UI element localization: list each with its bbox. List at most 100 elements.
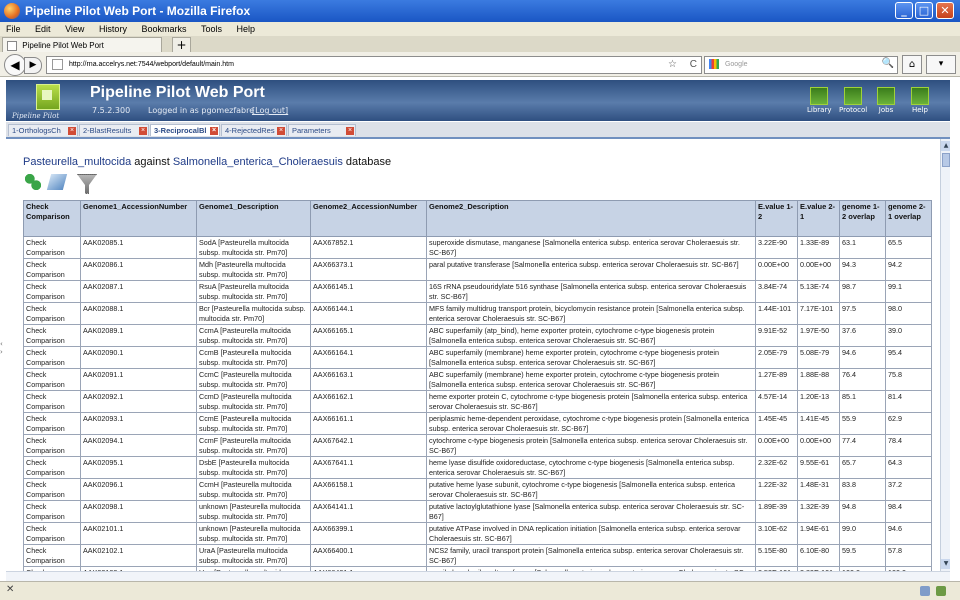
table-row[interactable]: Check Comparison AAK02090.1 CcmB [Pasteure… <box>23 346 932 369</box>
genome1-accession: AAK02092.1 <box>80 390 197 413</box>
home-button[interactable]: ⌂ <box>902 55 922 74</box>
table-row[interactable]: Check Comparison AAK02085.1 SodA [Pasteure… <box>23 236 932 259</box>
check-comparison-link[interactable]: Check Comparison <box>23 280 81 303</box>
table-row[interactable]: Check Comparison AAK02094.1 CcmF [Pasteure… <box>23 434 932 457</box>
scroll-thumb[interactable] <box>942 153 950 167</box>
table-row[interactable]: Check Comparison AAK02101.1 unknown [Paste… <box>23 522 932 545</box>
table-row[interactable]: Check Comparison AAK02093.1 CcmE [Pasteure… <box>23 412 932 435</box>
site-identity-icon[interactable] <box>52 58 63 70</box>
check-comparison-link[interactable]: Check Comparison <box>23 390 81 413</box>
security-status-icon[interactable] <box>936 586 946 596</box>
jobs-button[interactable]: Jobs <box>877 87 895 114</box>
browser-tab[interactable]: Pipeline Pilot Web Port <box>2 37 162 53</box>
scroll-up-arrow-icon[interactable]: ▲ <box>941 141 950 151</box>
tab-orthologs[interactable]: 1-OrthologsCh × <box>8 124 78 136</box>
column-header[interactable]: Genome1_AccessionNumber <box>80 200 197 237</box>
menu-bookmarks[interactable]: Bookmarks <box>141 22 186 36</box>
table-row[interactable]: Check Comparison AAK02091.1 CcmC [Pasteure… <box>23 368 932 391</box>
back-button[interactable]: ◀ <box>4 54 26 76</box>
network-view-icon[interactable] <box>25 174 41 190</box>
check-comparison-link[interactable]: Check Comparison <box>23 258 81 281</box>
protocol-button[interactable]: Protocol <box>839 87 867 114</box>
genome2-description: putative ATPase involved in DNA replicat… <box>426 522 756 545</box>
table-row[interactable]: Check Comparison AAK02102.1 UraA [Pasteure… <box>23 544 932 567</box>
genome-2-1-overlap: 62.9 <box>885 412 932 435</box>
menu-history[interactable]: History <box>99 22 127 36</box>
jobs-label: Jobs <box>878 106 894 114</box>
filter-icon[interactable] <box>77 174 97 194</box>
google-search-engine-icon[interactable] <box>709 59 719 70</box>
column-header[interactable]: E.value 1-2 <box>755 200 798 237</box>
table-row[interactable]: Check Comparison AAK02096.1 CcmH [Pasteure… <box>23 478 932 501</box>
check-comparison-link[interactable]: Check Comparison <box>23 324 81 347</box>
check-comparison-link[interactable]: Check Comparison <box>23 522 81 545</box>
column-header[interactable]: E.value 2-1 <box>797 200 840 237</box>
check-comparison-link[interactable]: Check Comparison <box>23 500 81 523</box>
library-button[interactable]: Library <box>807 87 831 114</box>
search-icon[interactable]: 🔍 <box>882 56 894 72</box>
maximize-button[interactable]: □ <box>915 2 933 19</box>
tab-parameters[interactable]: Parameters × <box>288 124 356 136</box>
check-comparison-link[interactable]: Check Comparison <box>23 456 81 479</box>
table-row[interactable]: Check Comparison AAK02086.1 Mdh [Pasteurel… <box>23 258 932 281</box>
vertical-scrollbar[interactable]: ▲ ▼ <box>940 139 950 571</box>
genome-1-2-overlap: 37.6 <box>839 324 886 347</box>
reload-icon[interactable]: C <box>690 57 697 73</box>
genome-2-1-overlap: 95.4 <box>885 346 932 369</box>
table-row[interactable]: Check Comparison AAK02098.1 unknown [Paste… <box>23 500 932 523</box>
column-header[interactable]: Check Comparison <box>23 200 81 237</box>
table-row[interactable]: Check Comparison AAK02088.1 Bcr [Pasteurel… <box>23 302 932 325</box>
column-header[interactable]: Genome2_AccessionNumber <box>310 200 427 237</box>
addon-menu-button[interactable]: ▾ <box>926 55 956 74</box>
genome1-accession: AAK02088.1 <box>80 302 197 325</box>
menu-file[interactable]: File <box>6 22 21 36</box>
check-comparison-link[interactable]: Check Comparison <box>23 302 81 325</box>
menu-edit[interactable]: Edit <box>35 22 51 36</box>
table-row[interactable]: Check Comparison AAK02092.1 CcmD [Pasteure… <box>23 390 932 413</box>
menu-help[interactable]: Help <box>237 22 256 36</box>
scroll-down-arrow-icon[interactable]: ▼ <box>941 559 950 569</box>
check-comparison-link[interactable]: Check Comparison <box>23 346 81 369</box>
tab-rejected-results[interactable]: 4-RejectedRes × <box>221 124 287 136</box>
search-bar[interactable]: Google 🔍 <box>704 56 898 74</box>
genome-2-1-overlap: 98.4 <box>885 500 932 523</box>
evalue-2-1: 1.20E-13 <box>797 390 840 413</box>
close-tab-icon[interactable]: × <box>210 127 218 135</box>
column-header[interactable]: genome 1-2 overlap <box>839 200 886 237</box>
tab-blast-results[interactable]: 2-BlastResults × <box>79 124 149 136</box>
close-window-button[interactable]: ✕ <box>936 2 954 19</box>
clear-icon[interactable] <box>46 174 68 190</box>
close-tab-icon[interactable]: × <box>68 127 76 135</box>
check-comparison-link[interactable]: Check Comparison <box>23 478 81 501</box>
column-header[interactable]: Genome2_Description <box>426 200 756 237</box>
table-row[interactable]: Check Comparison AAK02087.1 RsuA [Pasteure… <box>23 280 932 303</box>
genome2-accession: AAX67641.1 <box>310 456 427 479</box>
help-button[interactable]: Help <box>911 87 929 114</box>
menu-view[interactable]: View <box>65 22 84 36</box>
close-tab-icon[interactable]: × <box>346 127 354 135</box>
minimize-button[interactable]: _ <box>895 2 913 19</box>
forward-button[interactable]: ▶ <box>24 57 42 74</box>
evalue-2-1: 1.97E-50 <box>797 324 840 347</box>
table-row[interactable]: Check Comparison AAK02089.1 CcmA [Pasteure… <box>23 324 932 347</box>
check-comparison-link[interactable]: Check Comparison <box>23 434 81 457</box>
table-row[interactable]: Check Comparison AAK02095.1 DsbE [Pasteure… <box>23 456 932 479</box>
addon-status-icon[interactable] <box>920 586 930 596</box>
check-comparison-link[interactable]: Check Comparison <box>23 544 81 567</box>
close-status-icon[interactable]: ✕ <box>6 584 14 595</box>
column-header[interactable]: Genome1_Description <box>196 200 311 237</box>
tab-reciprocal-blast[interactable]: 3-ReciprocalBl × <box>150 124 220 136</box>
bookmark-star-icon[interactable]: ☆ <box>668 57 677 73</box>
page-title: Pasteurella_multocida against Salmonella… <box>23 156 391 168</box>
close-tab-icon[interactable]: × <box>277 127 285 135</box>
new-tab-button[interactable]: + <box>172 37 191 53</box>
side-panel-toggle[interactable]: ‹ › <box>0 340 6 370</box>
logout-link[interactable]: [Log out] <box>252 106 288 115</box>
menu-tools[interactable]: Tools <box>201 22 222 36</box>
check-comparison-link[interactable]: Check Comparison <box>23 368 81 391</box>
column-header[interactable]: genome 2-1 overlap <box>885 200 932 237</box>
check-comparison-link[interactable]: Check Comparison <box>23 236 81 259</box>
check-comparison-link[interactable]: Check Comparison <box>23 412 81 435</box>
close-tab-icon[interactable]: × <box>139 127 147 135</box>
url-bar[interactable]: http://rna.accelrys.net:7544/webport/def… <box>46 56 702 74</box>
